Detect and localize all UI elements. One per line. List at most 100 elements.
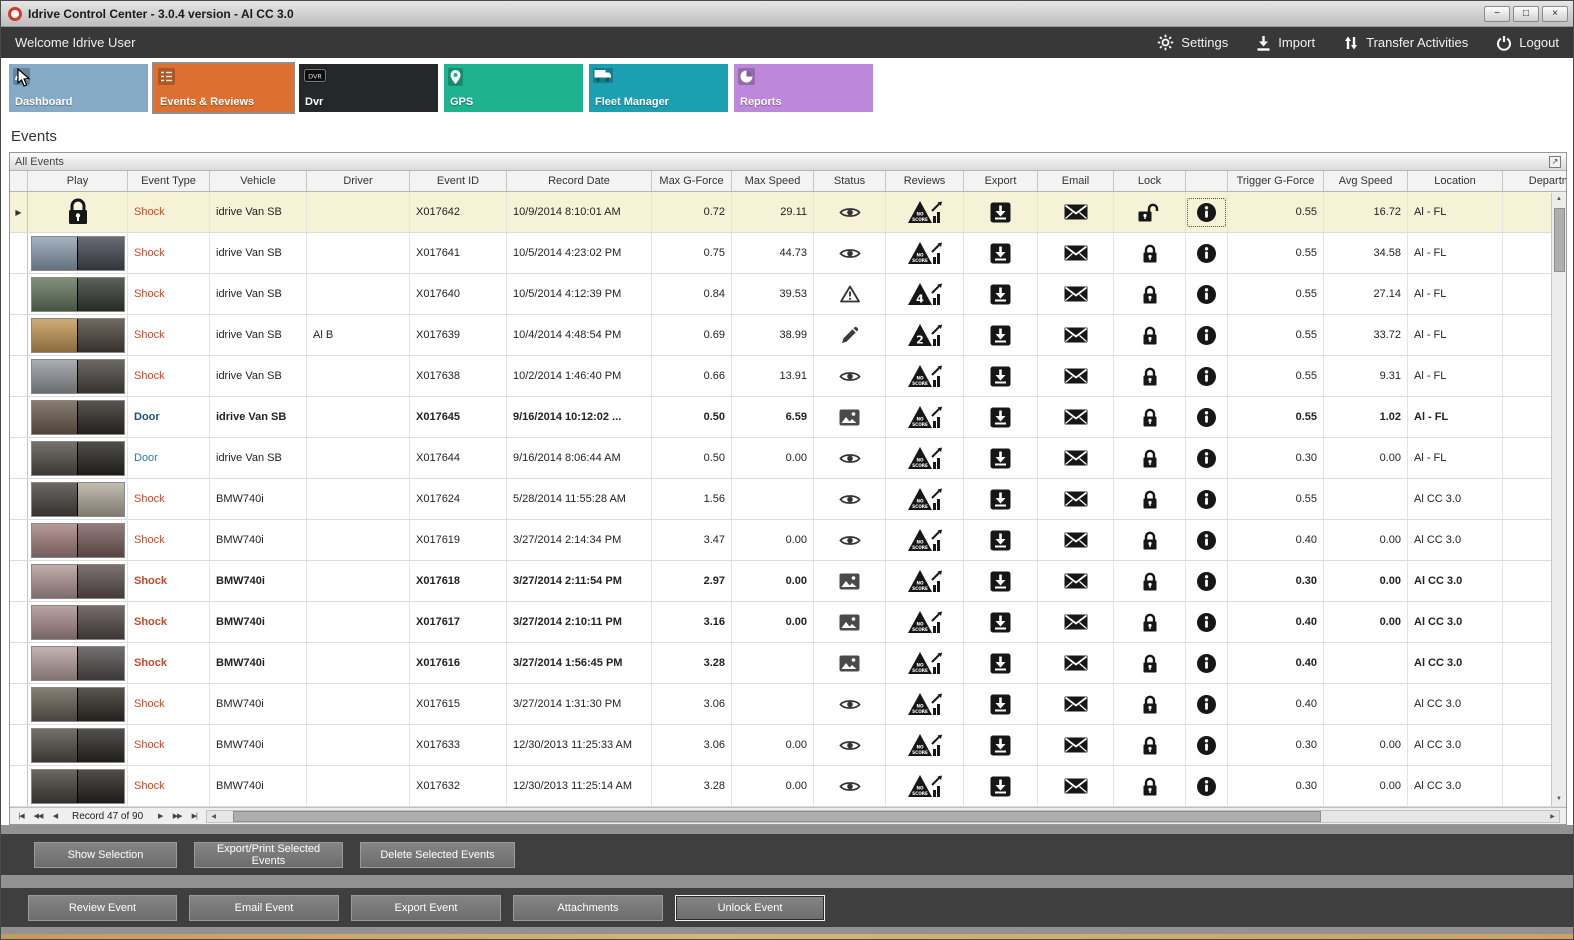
column-header-max_g[interactable]: Max G-Force	[652, 171, 732, 191]
cell-info[interactable]	[1186, 602, 1228, 642]
cell-email[interactable]	[1038, 315, 1114, 355]
event-thumbnail[interactable]	[30, 481, 125, 517]
email-icon[interactable]	[1064, 204, 1088, 220]
email-icon[interactable]	[1064, 368, 1088, 384]
cell-play[interactable]	[28, 274, 128, 314]
cell-info[interactable]	[1186, 643, 1228, 683]
cell-reviews[interactable]: NO SCORE	[886, 192, 964, 232]
review-score-icon[interactable]: NO SCORE	[907, 691, 943, 717]
cell-play[interactable]	[28, 438, 128, 478]
cell-reviews[interactable]: NO SCORE	[886, 356, 964, 396]
column-header-event_type[interactable]: Event Type	[128, 171, 210, 191]
show-selection-button[interactable]: Show Selection	[34, 841, 177, 868]
column-header-vehicle[interactable]: Vehicle	[210, 171, 307, 191]
lock-closed-icon[interactable]	[1140, 612, 1160, 633]
cell-lock[interactable]	[1114, 602, 1186, 642]
cell-play[interactable]	[28, 356, 128, 396]
column-header-department[interactable]: Department	[1503, 171, 1566, 191]
next-record-button[interactable]: ▶	[152, 812, 168, 820]
cell-status[interactable]	[814, 684, 886, 724]
cell-reviews[interactable]: NO SCORE	[886, 643, 964, 683]
review-score-icon[interactable]: 4	[907, 281, 943, 307]
cell-reviews[interactable]: NO SCORE	[886, 438, 964, 478]
export-icon[interactable]	[990, 530, 1011, 551]
lock-closed-icon[interactable]	[1140, 448, 1160, 469]
horizontal-scroll-thumb[interactable]	[233, 810, 1321, 822]
cell-lock[interactable]	[1114, 315, 1186, 355]
cell-info[interactable]	[1186, 438, 1228, 478]
cell-export[interactable]	[964, 766, 1038, 806]
lock-closed-icon[interactable]	[1140, 407, 1160, 428]
first-record-button[interactable]: |◀	[13, 812, 29, 820]
locked-event-icon[interactable]	[65, 197, 91, 227]
cell-lock[interactable]	[1114, 397, 1186, 437]
row-selector[interactable]	[10, 397, 28, 437]
table-row[interactable]: Shock BMW740i X017617 3/27/2014 2:10:11 PM 3…	[10, 602, 1566, 643]
cell-email[interactable]	[1038, 356, 1114, 396]
review-score-icon[interactable]: NO SCORE	[907, 199, 943, 225]
cell-status[interactable]	[814, 643, 886, 683]
lock-closed-icon[interactable]	[1140, 530, 1160, 551]
transfer-activities-button[interactable]: Transfer Activities	[1343, 35, 1468, 51]
cell-play[interactable]	[28, 479, 128, 519]
cell-info[interactable]	[1186, 684, 1228, 724]
lock-closed-icon[interactable]	[1140, 489, 1160, 510]
cell-lock[interactable]	[1114, 233, 1186, 273]
cell-email[interactable]	[1038, 766, 1114, 806]
cell-play[interactable]	[28, 766, 128, 806]
cell-email[interactable]	[1038, 684, 1114, 724]
info-icon[interactable]	[1196, 202, 1217, 223]
event-thumbnail[interactable]	[30, 235, 125, 271]
cell-info[interactable]	[1186, 315, 1228, 355]
event-thumbnail[interactable]	[30, 440, 125, 476]
cell-info[interactable]	[1186, 356, 1228, 396]
table-row[interactable]: Shock BMW740i X017624 5/28/2014 11:55:28 AM…	[10, 479, 1566, 520]
export-icon[interactable]	[990, 448, 1011, 469]
row-selector[interactable]	[10, 602, 28, 642]
table-row[interactable]: Shock BMW740i X017615 3/27/2014 1:31:30 PM 3…	[10, 684, 1566, 725]
table-row[interactable]: Shock BMW740i X017619 3/27/2014 2:14:34 PM 3…	[10, 520, 1566, 561]
row-selector[interactable]	[10, 479, 28, 519]
cell-lock[interactable]	[1114, 643, 1186, 683]
info-icon[interactable]	[1196, 612, 1217, 633]
cell-reviews[interactable]: NO SCORE	[886, 397, 964, 437]
cell-lock[interactable]	[1114, 479, 1186, 519]
column-header-play[interactable]: Play	[28, 171, 128, 191]
cell-play[interactable]	[28, 561, 128, 601]
cell-lock[interactable]	[1114, 561, 1186, 601]
cell-export[interactable]	[964, 233, 1038, 273]
email-icon[interactable]	[1064, 409, 1088, 425]
cell-lock[interactable]	[1114, 192, 1186, 232]
review-score-icon[interactable]: NO SCORE	[907, 773, 943, 799]
email-icon[interactable]	[1064, 450, 1088, 466]
cell-lock[interactable]	[1114, 438, 1186, 478]
import-button[interactable]: Import	[1256, 35, 1315, 51]
cell-status[interactable]	[814, 725, 886, 765]
table-row[interactable]: Shock BMW740i X017632 12/30/2013 11:25:14 A…	[10, 766, 1566, 807]
cell-lock[interactable]	[1114, 520, 1186, 560]
export-icon[interactable]	[990, 612, 1011, 633]
cell-email[interactable]	[1038, 725, 1114, 765]
row-selector[interactable]	[10, 315, 28, 355]
table-row[interactable]: Door idrive Van SB X017644 9/16/2014 8:06:4…	[10, 438, 1566, 479]
info-icon[interactable]	[1196, 448, 1217, 469]
table-row[interactable]: Shock BMW740i X017618 3/27/2014 2:11:54 PM 2…	[10, 561, 1566, 602]
email-icon[interactable]	[1064, 491, 1088, 507]
column-header-info[interactable]	[1186, 171, 1228, 191]
cell-export[interactable]	[964, 643, 1038, 683]
cell-email[interactable]	[1038, 438, 1114, 478]
lock-open-icon[interactable]	[1137, 202, 1163, 223]
cell-lock[interactable]	[1114, 274, 1186, 314]
review-score-icon[interactable]: NO SCORE	[907, 404, 943, 430]
export-icon[interactable]	[990, 571, 1011, 592]
review-event-button[interactable]: Review Event	[28, 894, 177, 921]
cell-email[interactable]	[1038, 479, 1114, 519]
cell-reviews[interactable]: NO SCORE	[886, 725, 964, 765]
row-selector[interactable]: ▶	[10, 192, 28, 232]
horizontal-scrollbar[interactable]: ◀ ▶	[206, 809, 1560, 823]
lock-closed-icon[interactable]	[1140, 243, 1160, 264]
unlock-event-button[interactable]: Unlock Event	[675, 894, 825, 921]
column-header-record_date[interactable]: Record Date	[507, 171, 652, 191]
cell-info[interactable]	[1186, 479, 1228, 519]
table-row[interactable]: Shock idrive Van SB X017640 10/5/2014 4:12:…	[10, 274, 1566, 315]
